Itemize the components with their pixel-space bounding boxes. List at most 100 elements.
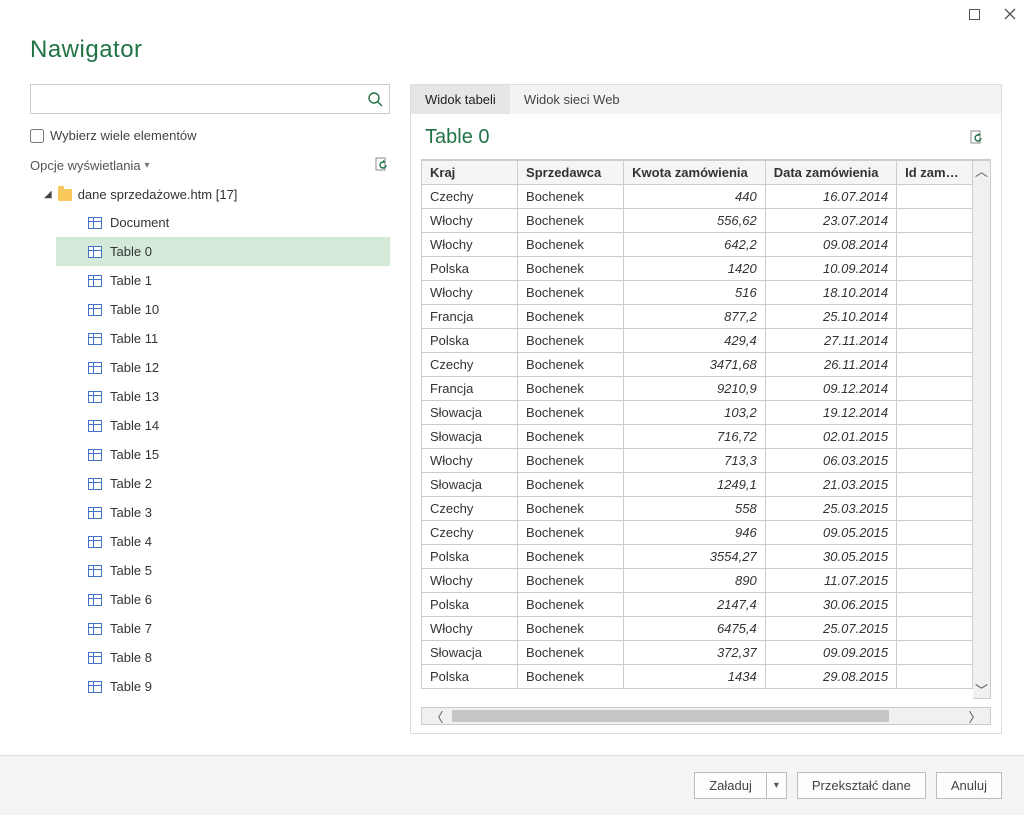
table-row[interactable]: PolskaBochenek2147,430.06.2015 — [422, 593, 973, 617]
close-button[interactable] — [1002, 6, 1018, 22]
cell-kraj: Włochy — [422, 617, 518, 641]
vertical-scrollbar[interactable]: ︿ ﹀ — [973, 160, 991, 699]
cell-kwota: 3471,68 — [624, 353, 766, 377]
search-input[interactable] — [37, 85, 367, 113]
table-row[interactable]: WłochyBochenek6475,425.07.2015 — [422, 617, 973, 641]
scroll-down-icon[interactable]: ﹀ — [973, 680, 990, 698]
titlebar — [0, 0, 1024, 28]
caret-down-icon: ◢ — [44, 189, 52, 200]
table-icon — [88, 565, 102, 577]
table-row[interactable]: SłowacjaBochenek372,3709.09.2015 — [422, 641, 973, 665]
load-split-button[interactable]: Załaduj ▾ — [694, 772, 787, 799]
tree-item-label: Table 7 — [110, 621, 152, 636]
scroll-left-icon[interactable]: 〈 — [422, 708, 452, 724]
column-header[interactable]: Data zamówienia — [765, 161, 896, 185]
search-icon[interactable] — [367, 91, 383, 107]
table-row[interactable]: WłochyBochenek713,306.03.2015 — [422, 449, 973, 473]
cell-kraj: Czechy — [422, 497, 518, 521]
cell-id — [897, 449, 973, 473]
cell-id — [897, 281, 973, 305]
cell-data: 18.10.2014 — [765, 281, 896, 305]
tree-item[interactable]: Document — [56, 208, 390, 237]
tree-item[interactable]: Table 1 — [56, 266, 390, 295]
scroll-track-h[interactable] — [452, 708, 960, 724]
column-header[interactable]: Kraj — [422, 161, 518, 185]
tree-item[interactable]: Table 12 — [56, 353, 390, 382]
transform-button[interactable]: Przekształć dane — [797, 772, 926, 799]
tree-item[interactable]: Table 7 — [56, 614, 390, 643]
horizontal-scrollbar[interactable]: 〈 〉 — [421, 707, 991, 725]
table-row[interactable]: SłowacjaBochenek103,219.12.2014 — [422, 401, 973, 425]
preview-title: Table 0 — [425, 126, 490, 149]
tree-item[interactable]: Table 10 — [56, 295, 390, 324]
tree-item[interactable]: Table 15 — [56, 440, 390, 469]
column-header[interactable]: Kwota zamówienia — [624, 161, 766, 185]
table-row[interactable]: CzechyBochenek44016.07.2014 — [422, 185, 973, 209]
multi-select-row[interactable]: Wybierz wiele elementów — [30, 124, 390, 155]
tree-item[interactable]: Table 13 — [56, 382, 390, 411]
cell-kwota: 558 — [624, 497, 766, 521]
tree-item[interactable]: Table 4 — [56, 527, 390, 556]
cell-kwota: 2147,4 — [624, 593, 766, 617]
table-row[interactable]: SłowacjaBochenek1249,121.03.2015 — [422, 473, 973, 497]
display-options-dropdown[interactable]: Opcje wyświetlania ▾ — [30, 158, 150, 173]
load-dropdown-icon[interactable]: ▾ — [767, 772, 787, 799]
scroll-thumb-h[interactable] — [452, 710, 889, 722]
table-row[interactable]: FrancjaBochenek877,225.10.2014 — [422, 305, 973, 329]
tree-item[interactable]: Table 11 — [56, 324, 390, 353]
table-row[interactable]: CzechyBochenek3471,6826.11.2014 — [422, 353, 973, 377]
table-row[interactable]: PolskaBochenek143429.08.2015 — [422, 665, 973, 689]
search-box[interactable] — [30, 84, 390, 114]
cell-data: 25.03.2015 — [765, 497, 896, 521]
cell-kraj: Włochy — [422, 209, 518, 233]
cell-data: 09.12.2014 — [765, 377, 896, 401]
maximize-button[interactable] — [966, 6, 982, 22]
footer: Załaduj ▾ Przekształć dane Anuluj — [0, 755, 1024, 815]
table-row[interactable]: CzechyBochenek94609.05.2015 — [422, 521, 973, 545]
tab[interactable]: Widok tabeli — [411, 85, 510, 114]
cell-id — [897, 593, 973, 617]
column-header[interactable]: Id zamówien — [897, 161, 973, 185]
preview-refresh-icon[interactable] — [969, 130, 985, 146]
cell-kraj: Polska — [422, 593, 518, 617]
table-row[interactable]: WłochyBochenek51618.10.2014 — [422, 281, 973, 305]
tree-item[interactable]: Table 6 — [56, 585, 390, 614]
scroll-right-icon[interactable]: 〉 — [960, 708, 990, 724]
column-header[interactable]: Sprzedawca — [518, 161, 624, 185]
cell-kraj: Czechy — [422, 521, 518, 545]
tree-item[interactable]: Table 5 — [56, 556, 390, 585]
tree-item[interactable]: Table 0 — [56, 237, 390, 266]
refresh-icon[interactable] — [374, 157, 390, 173]
cell-data: 10.09.2014 — [765, 257, 896, 281]
cell-kwota: 6475,4 — [624, 617, 766, 641]
cell-id — [897, 377, 973, 401]
cell-data: 09.09.2015 — [765, 641, 896, 665]
cell-kwota: 556,62 — [624, 209, 766, 233]
tree-item[interactable]: Table 14 — [56, 411, 390, 440]
table-row[interactable]: PolskaBochenek429,427.11.2014 — [422, 329, 973, 353]
table-row[interactable]: WłochyBochenek642,209.08.2014 — [422, 233, 973, 257]
scroll-up-icon[interactable]: ︿ — [973, 161, 990, 179]
table-row[interactable]: WłochyBochenek556,6223.07.2014 — [422, 209, 973, 233]
tree-root[interactable]: ◢ dane sprzedażowe.htm [17] — [30, 181, 390, 208]
load-button[interactable]: Załaduj — [694, 772, 767, 799]
table-icon — [88, 652, 102, 664]
table-row[interactable]: CzechyBochenek55825.03.2015 — [422, 497, 973, 521]
tree-item[interactable]: Table 9 — [56, 672, 390, 701]
tabs-row: Widok tabeliWidok sieci Web — [411, 85, 1001, 114]
cell-kraj: Czechy — [422, 185, 518, 209]
table-row[interactable]: FrancjaBochenek9210,909.12.2014 — [422, 377, 973, 401]
tree-item[interactable]: Table 3 — [56, 498, 390, 527]
tree-item[interactable]: Table 8 — [56, 643, 390, 672]
tab[interactable]: Widok sieci Web — [510, 85, 634, 114]
cell-kraj: Polska — [422, 665, 518, 689]
cell-sprzedawca: Bochenek — [518, 209, 624, 233]
tree-item[interactable]: Table 2 — [56, 469, 390, 498]
table-row[interactable]: PolskaBochenek3554,2730.05.2015 — [422, 545, 973, 569]
cancel-button[interactable]: Anuluj — [936, 772, 1002, 799]
multi-select-checkbox[interactable] — [30, 129, 44, 143]
table-row[interactable]: SłowacjaBochenek716,7202.01.2015 — [422, 425, 973, 449]
table-row[interactable]: WłochyBochenek89011.07.2015 — [422, 569, 973, 593]
table-row[interactable]: PolskaBochenek142010.09.2014 — [422, 257, 973, 281]
cell-kraj: Czechy — [422, 353, 518, 377]
